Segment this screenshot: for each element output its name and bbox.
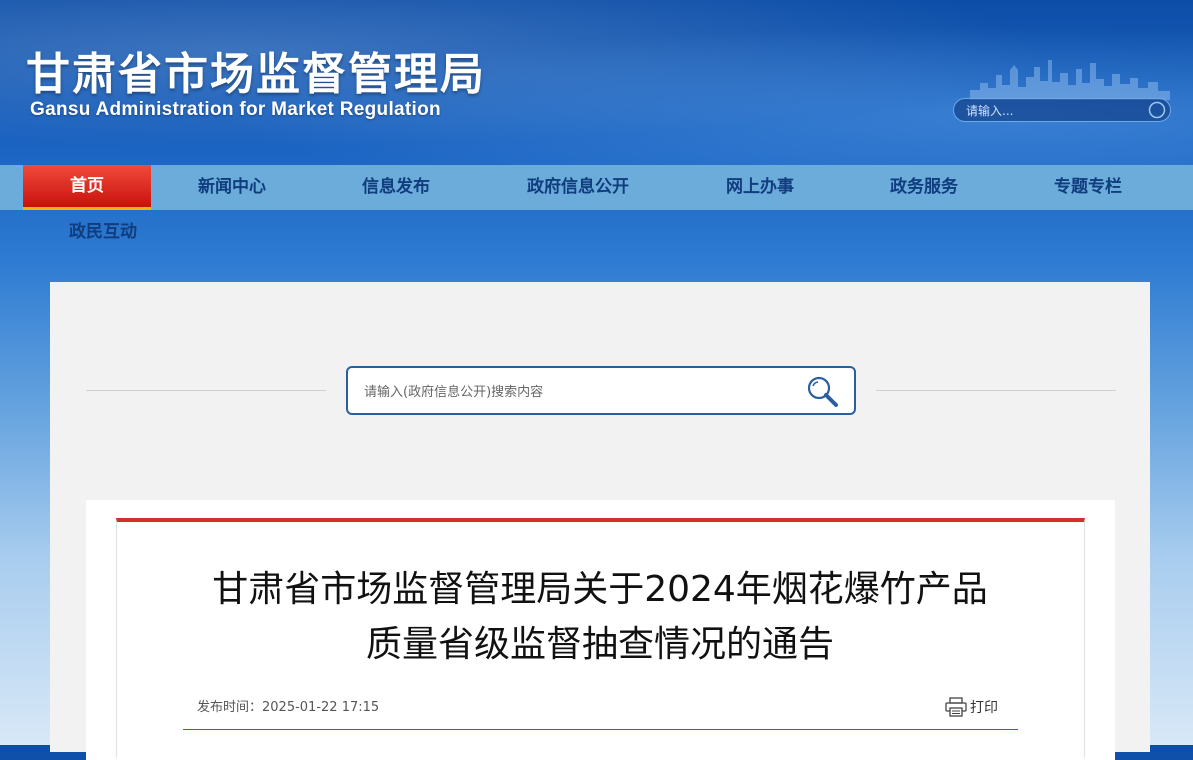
nav-item-info-release[interactable]: 信息发布 (316, 165, 476, 210)
article-divider (183, 729, 1018, 730)
print-button[interactable]: 打印 (945, 697, 998, 717)
nav-item-news[interactable]: 新闻中心 (152, 165, 312, 210)
search-icon[interactable] (1148, 101, 1166, 119)
nav-item-gov-service[interactable]: 政务服务 (844, 165, 1004, 210)
divider-right (876, 390, 1116, 391)
magnifier-icon[interactable] (804, 374, 840, 410)
gov-info-search-box (346, 366, 856, 415)
publish-time: 发布时间：2025-01-22 17:15 (197, 696, 379, 715)
nav-item-home[interactable]: 首页 (23, 165, 151, 210)
nav-item-special-topics[interactable]: 专题专栏 (1008, 165, 1168, 210)
nav-item-interaction[interactable]: 政民互动 (23, 210, 183, 255)
main-nav: 首页 新闻中心 信息发布 政府信息公开 网上办事 政务服务 专题专栏 (0, 165, 1193, 210)
header-search-box (953, 98, 1171, 122)
article-title: 甘肃省市场监督管理局关于2024年烟花爆竹产品 质量省级监督抽查情况的通告 (140, 562, 1060, 672)
header-search-input[interactable] (964, 101, 1148, 121)
print-label: 打印 (970, 700, 998, 716)
nav-item-online-service[interactable]: 网上办事 (680, 165, 840, 210)
publish-time-label: 发布时间： (197, 700, 263, 715)
city-skyline-icon (970, 60, 1170, 100)
article-title-line-2: 质量省级监督抽查情况的通告 (365, 624, 834, 665)
site-title[interactable]: 甘肃省市场监督管理局 (26, 38, 486, 102)
printer-icon (945, 697, 967, 717)
site-header: 甘肃省市场监督管理局 Gansu Administration for Mark… (0, 0, 1193, 165)
nav-item-gov-info[interactable]: 政府信息公开 (498, 165, 658, 210)
site-title-english[interactable]: Gansu Administration for Market Regulati… (30, 99, 441, 121)
gov-info-search-input[interactable] (362, 380, 786, 404)
article-title-line-1: 甘肃省市场监督管理局关于2024年烟花爆竹产品 (212, 569, 988, 610)
divider-left (86, 390, 326, 391)
publish-time-value: 2025-01-22 17:15 (262, 700, 380, 715)
